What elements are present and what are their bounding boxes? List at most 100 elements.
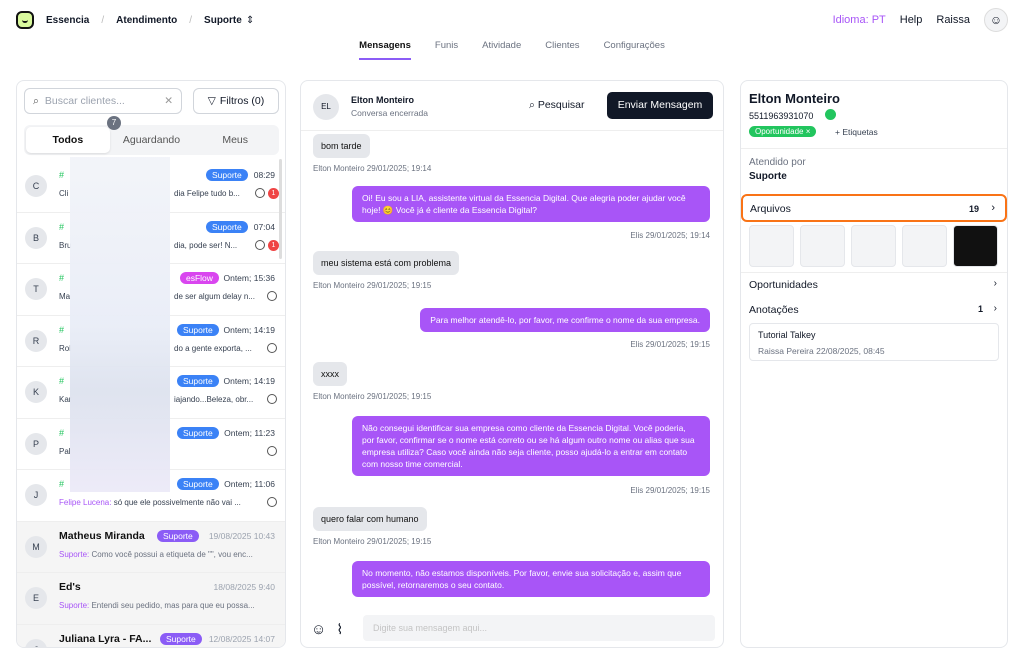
- search-icon: ⌕: [529, 99, 538, 111]
- timestamp: Ontem; 14:19: [223, 324, 275, 335]
- help-link[interactable]: Help: [900, 14, 923, 26]
- message-bubble: No momento, não estamos disponíveis. Por…: [352, 561, 710, 597]
- scrollbar[interactable]: [279, 159, 282, 259]
- breadcrumb-essencia[interactable]: Essencia: [46, 15, 89, 26]
- clear-icon[interactable]: ✕: [164, 95, 173, 107]
- user-name[interactable]: Raissa: [936, 14, 970, 26]
- arquivos-row[interactable]: Arquivos 19 ›: [741, 194, 1007, 222]
- message-meta: Elis 29/01/2025; 19:14: [630, 231, 710, 240]
- tab-meus[interactable]: Meus: [193, 127, 277, 153]
- assigned-label: Atendido por: [749, 157, 806, 168]
- preview-rest: do a gente exporta, ...: [174, 343, 252, 353]
- emoji-icon[interactable]: ☺: [311, 621, 326, 638]
- file-thumbnail[interactable]: [749, 225, 794, 267]
- send-message-button[interactable]: Enviar Mensagem: [607, 92, 713, 119]
- preview-rest: iajando...Beleza, obr...: [174, 395, 254, 404]
- file-thumbnail[interactable]: [800, 225, 845, 267]
- contact-name: Ed's: [59, 581, 81, 593]
- file-thumbnail[interactable]: [953, 225, 998, 267]
- status-badge: Suporte: [157, 529, 199, 542]
- conversation-status: Conversa encerrada: [351, 108, 429, 118]
- contact-phone: 5511963931070: [749, 111, 814, 121]
- status-badge: Suporte: [206, 220, 248, 233]
- timestamp: 12/08/2025 14:07: [208, 633, 275, 644]
- preview-from: Suporte:: [59, 601, 90, 610]
- preview-from: Suporte:: [59, 549, 90, 559]
- user-avatar-icon[interactable]: ☺: [984, 8, 1008, 32]
- search-chat-button[interactable]: ⌕ Pesquisar: [529, 99, 585, 112]
- preview-rest: dia Felipe tudo b...: [174, 189, 240, 198]
- pesquisar-label: Pesquisar: [537, 99, 585, 111]
- message-bubble: Não consegui identificar sua empresa com…: [352, 416, 710, 476]
- message-bubble: xxxx: [313, 362, 347, 386]
- preview: Suporte: Como você possui a etiqueta de …: [59, 550, 264, 559]
- tab-mensagens[interactable]: Mensagens: [359, 40, 411, 60]
- clock-icon: [255, 239, 265, 250]
- tag-label: Oportunidade: [755, 127, 804, 136]
- file-thumbnail[interactable]: [902, 225, 947, 267]
- divider: [741, 272, 1007, 273]
- list-item[interactable]: E Ed's 18/08/2025 9:40 Suporte: Entendi …: [17, 573, 285, 625]
- tab-atividade[interactable]: Atividade: [482, 40, 521, 60]
- avatar: K: [25, 381, 47, 403]
- message-meta: Elton Monteiro 29/01/2025; 19:15: [313, 537, 432, 546]
- tab-todos[interactable]: Todos: [26, 127, 110, 153]
- status-badge: Suporte: [177, 478, 219, 490]
- note-card[interactable]: Tutorial Talkey Raissa Pereira 22/08/202…: [749, 323, 999, 361]
- clock-icon: [267, 445, 277, 456]
- list-item[interactable]: J Juliana Lyra - FA... Suporte 12/08/202…: [17, 624, 285, 647]
- app-logo-icon[interactable]: [16, 11, 34, 29]
- message-input[interactable]: Digite sua mensagem aqui...: [363, 615, 715, 641]
- main-nav: Mensagens Funis Atividade Clientes Confi…: [0, 40, 1024, 60]
- timestamp: 08:29: [253, 170, 275, 180]
- language-selector[interactable]: Idioma: PT: [833, 14, 886, 26]
- tab-configuracoes[interactable]: Configurações: [604, 40, 665, 60]
- anotacoes-row[interactable]: Anotações: [749, 304, 799, 316]
- tab-clientes[interactable]: Clientes: [545, 40, 579, 60]
- composer: ☺ ⌇ Digite sua mensagem aqui...: [301, 609, 723, 647]
- message-bubble: bom tarde: [313, 134, 370, 158]
- channel-icon: #: [59, 273, 65, 283]
- chevron-right-icon: ›: [991, 202, 995, 214]
- preview-rest: só que ele possivelmente não vai ...: [111, 498, 241, 507]
- preview-rest: de ser algum delay n...: [174, 292, 255, 301]
- chevron-updown-icon[interactable]: ⇕: [246, 15, 254, 26]
- search-placeholder: Buscar clientes...: [44, 95, 125, 107]
- avatar: E: [25, 587, 47, 609]
- oportunidades-row[interactable]: Oportunidades: [749, 279, 818, 291]
- chevron-right-icon[interactable]: ›: [994, 278, 997, 289]
- filters-button[interactable]: ▽ Filtros (0): [193, 88, 279, 114]
- whatsapp-icon: [825, 109, 836, 120]
- message-bubble: Para melhor atendê-lo, por favor, me con…: [420, 308, 710, 332]
- preview-msg: Como você possui a etiqueta de "", vou e…: [89, 549, 253, 559]
- assigned-value: Suporte: [749, 171, 787, 182]
- clock-icon: [267, 291, 277, 301]
- filter-icon: ▽: [207, 95, 216, 107]
- message-bubble: meu sistema está com problema: [313, 251, 460, 275]
- file-thumbnail[interactable]: [851, 225, 896, 267]
- tab-aguardando-label: Aguardando: [122, 134, 181, 146]
- tag-oportunidade[interactable]: Oportunidade ×: [749, 126, 817, 137]
- add-tag-button[interactable]: + Etiquetas: [835, 127, 878, 137]
- contact-avatar: EL: [313, 94, 339, 120]
- clock-icon: [267, 497, 277, 507]
- preview-start: Cli: [59, 189, 69, 198]
- list-item[interactable]: M Matheus Miranda Suporte 19/08/2025 10:…: [17, 521, 285, 573]
- contact-name: Elton Monteiro: [351, 95, 414, 105]
- avatar: J: [25, 484, 47, 506]
- timestamp: 19/08/2025 10:43: [208, 530, 275, 541]
- chat-header: EL Elton Monteiro Conversa encerrada ⌕ P…: [301, 81, 723, 131]
- preview-start: Pal: [59, 446, 71, 456]
- status-badge: Suporte: [206, 169, 248, 181]
- search-input[interactable]: ⌕ Buscar clientes... ✕: [24, 88, 182, 114]
- tab-aguardando[interactable]: Aguardando: [110, 127, 194, 153]
- attach-icon[interactable]: ⌇: [336, 621, 343, 638]
- divider: [741, 148, 1007, 149]
- chevron-right-icon[interactable]: ›: [994, 303, 997, 314]
- tab-funis[interactable]: Funis: [435, 40, 458, 60]
- note-meta: Raissa Pereira 22/08/2025, 08:45: [758, 346, 885, 356]
- breadcrumb-atendimento[interactable]: Atendimento: [116, 15, 177, 26]
- breadcrumb-suporte[interactable]: Suporte: [204, 15, 242, 26]
- timestamp: Ontem; 11:23: [224, 427, 275, 438]
- timestamp: 18/08/2025 9:40: [213, 582, 275, 592]
